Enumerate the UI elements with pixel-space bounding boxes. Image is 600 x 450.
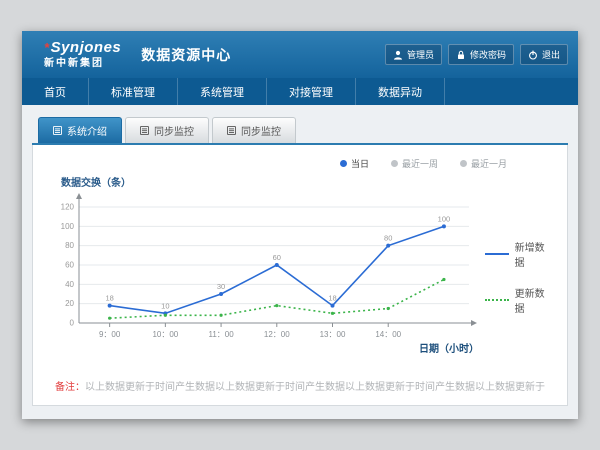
svg-text:18: 18 (105, 294, 113, 303)
legend-label: 更新数据 (515, 285, 551, 315)
filter-last-month[interactable]: 最近一月 (460, 157, 507, 170)
svg-text:13：00: 13：00 (320, 330, 346, 339)
svg-text:30: 30 (217, 282, 225, 291)
logo-subtitle: 新中新集团 (44, 58, 121, 69)
nav-item-standard-mgmt[interactable]: 标准管理 (89, 78, 178, 105)
logout-label: 退出 (542, 48, 560, 61)
svg-text:20: 20 (65, 299, 74, 308)
chart-row: 0 20 40 60 80 100 120 9：00 10：00 11：00 12：00 13：00 1… (49, 191, 551, 359)
change-password-button[interactable]: 修改密码 (448, 44, 514, 65)
list-icon (140, 126, 149, 135)
svg-text:60: 60 (65, 261, 74, 270)
line-chart: 0 20 40 60 80 100 120 9：00 10：00 11：00 12：00 13：00 1… (49, 191, 485, 359)
y-axis-title: 数据交换（条） (61, 174, 551, 189)
svg-text:40: 40 (65, 280, 74, 289)
legend-item-updated-data[interactable]: 更新数据 (485, 285, 551, 315)
svg-text:9：00: 9：00 (99, 330, 121, 339)
legend-label: 新增数据 (515, 239, 551, 269)
main-nav: 首页 标准管理 系统管理 对接管理 数据异动 (22, 78, 578, 105)
change-password-label: 修改密码 (470, 48, 506, 61)
svg-text:18: 18 (328, 294, 336, 303)
svg-text:10: 10 (161, 301, 169, 310)
legend-line-swatch (485, 253, 509, 255)
logout-button[interactable]: 退出 (520, 44, 568, 65)
legend-line-swatch (485, 299, 509, 301)
note-label: 备注： (55, 382, 85, 393)
filter-label: 当日 (351, 157, 369, 170)
logo-star-icon: * (44, 40, 50, 55)
filter-label: 最近一月 (471, 157, 507, 170)
chart-filters: 当日 最近一周 最近一月 (49, 157, 507, 170)
nav-item-data-change[interactable]: 数据异动 (356, 78, 445, 105)
nav-item-home[interactable]: 首页 (22, 78, 89, 105)
tab-sync-monitor-2[interactable]: 同步监控 (212, 117, 296, 143)
admin-user-button[interactable]: 管理员 (385, 44, 442, 65)
svg-text:0: 0 (70, 319, 75, 328)
app-header: *Synjones 新中新集团 数据资源中心 管理员 修改密码 退出 (22, 31, 578, 78)
browser-window: *Synjones 新中新集团 数据资源中心 管理员 修改密码 退出 (22, 31, 578, 419)
svg-text:80: 80 (65, 241, 74, 250)
lock-icon (456, 50, 466, 60)
nav-item-system-mgmt[interactable]: 系统管理 (178, 78, 267, 105)
tab-label: 同步监控 (154, 123, 194, 138)
radio-dot-icon (460, 160, 467, 167)
nav-item-interface-mgmt[interactable]: 对接管理 (267, 78, 356, 105)
svg-text:14：00: 14：00 (375, 330, 401, 339)
svg-text:10：00: 10：00 (152, 330, 178, 339)
svg-text:120: 120 (61, 203, 75, 212)
svg-text:60: 60 (273, 253, 281, 262)
tab-system-intro[interactable]: 系统介绍 (38, 117, 122, 143)
radio-dot-icon (391, 160, 398, 167)
list-icon (53, 126, 62, 135)
note-text: 以上数据更新于时间产生数据以上数据更新于时间产生数据以上数据更新于时间产生数据以… (85, 382, 545, 393)
radio-dot-icon (340, 160, 347, 167)
list-icon (227, 126, 236, 135)
user-icon (393, 50, 403, 60)
tab-label: 系统介绍 (67, 123, 107, 138)
chart-legend: 新增数据 更新数据 (485, 191, 551, 359)
filter-label: 最近一周 (402, 157, 438, 170)
power-icon (528, 50, 538, 60)
svg-text:11：00: 11：00 (208, 330, 234, 339)
logo-text: Synjones (51, 39, 122, 56)
admin-user-label: 管理员 (407, 48, 434, 61)
tab-label: 同步监控 (241, 123, 281, 138)
page-title: 数据资源中心 (141, 45, 231, 65)
svg-text:100: 100 (61, 222, 75, 231)
logo: *Synjones 新中新集团 (44, 40, 121, 70)
legend-item-new-data[interactable]: 新增数据 (485, 239, 551, 269)
filter-today[interactable]: 当日 (340, 157, 369, 170)
svg-text:100: 100 (438, 214, 451, 223)
content-area: 系统介绍 同步监控 同步监控 当日 (22, 105, 578, 419)
svg-text:日期（小时）: 日期（小时） (419, 342, 479, 355)
header-actions: 管理员 修改密码 退出 (385, 44, 568, 65)
logo-wordmark: *Synjones (44, 40, 121, 57)
tab-sync-monitor-1[interactable]: 同步监控 (125, 117, 209, 143)
svg-text:80: 80 (384, 234, 392, 243)
chart-panel: 当日 最近一周 最近一月 数据交换（条） 0 20 40 60 80 100 120 9：00… (32, 145, 568, 406)
footer-note: 备注：以上数据更新于时间产生数据以上数据更新于时间产生数据以上数据更新于时间产生… (33, 378, 567, 393)
svg-text:12：00: 12：00 (264, 330, 290, 339)
filter-last-week[interactable]: 最近一周 (391, 157, 438, 170)
tab-bar: 系统介绍 同步监控 同步监控 (32, 117, 568, 145)
